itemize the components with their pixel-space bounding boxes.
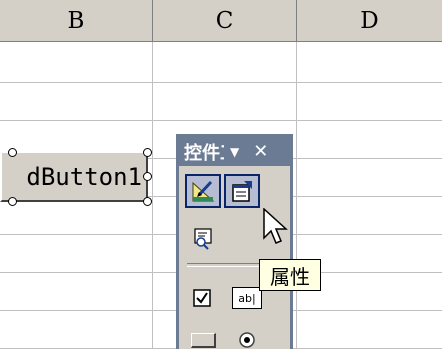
command-button[interactable]: dButton1: [0, 151, 148, 202]
view-code-button[interactable]: [185, 221, 221, 255]
view-code-icon: [194, 228, 212, 250]
command-button-label: dButton1: [26, 162, 142, 191]
resize-handle-bottom-left[interactable]: [8, 197, 17, 206]
command-button-icon: [190, 332, 216, 348]
gridline: [0, 82, 442, 83]
column-header-c[interactable]: C: [153, 0, 297, 42]
gridline: [0, 120, 442, 121]
design-mode-icon: [192, 180, 215, 202]
close-icon[interactable]: ✕: [253, 141, 268, 162]
mouse-cursor-icon: [263, 208, 288, 244]
resize-handle-top-left[interactable]: [8, 148, 17, 157]
textbox-icon-label: ab|: [238, 291, 256, 305]
tooltip: 属性: [259, 259, 321, 291]
resize-handle-bottom-right[interactable]: [143, 197, 152, 206]
column-header-d[interactable]: D: [297, 0, 442, 42]
command-button-tool-button[interactable]: [185, 323, 221, 357]
textbox-icon: ab|: [232, 287, 262, 309]
resize-handle-top-right[interactable]: [143, 148, 152, 157]
option-button-tool-button[interactable]: [229, 323, 265, 357]
dropdown-arrow-icon[interactable]: ▼: [230, 145, 239, 159]
column-header-b[interactable]: B: [0, 0, 153, 42]
option-button-icon: [239, 332, 255, 348]
tooltip-text: 属性: [270, 264, 310, 289]
checkbox-tool-button[interactable]: [185, 281, 221, 315]
properties-icon: [232, 181, 252, 202]
toolbox-title: 控件工具箱: [184, 142, 224, 164]
toolbox-title-bar[interactable]: 控件工具箱 ▼ ✕: [179, 137, 290, 166]
properties-button[interactable]: [224, 174, 260, 208]
resize-handle-middle-right[interactable]: [143, 172, 152, 181]
design-mode-button[interactable]: [185, 174, 221, 208]
checkbox-icon: [193, 289, 211, 307]
